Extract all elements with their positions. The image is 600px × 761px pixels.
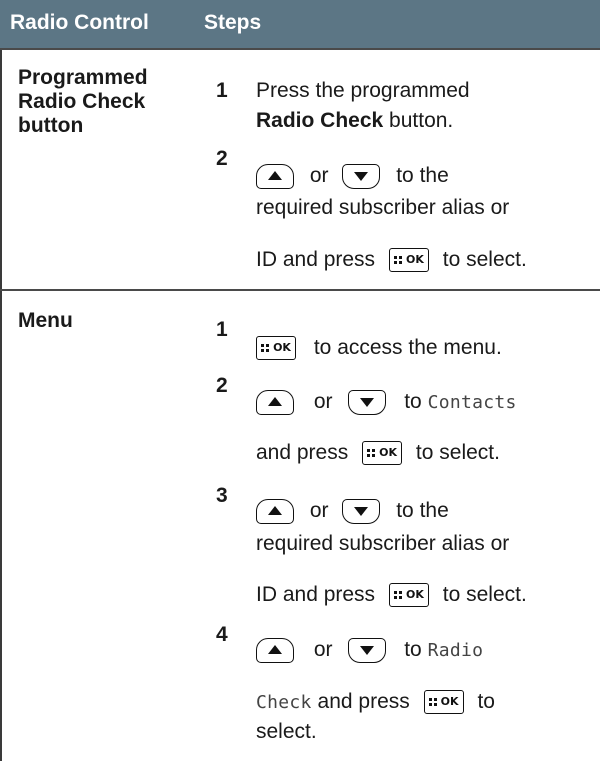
down-arrow-key-icon xyxy=(342,164,381,189)
down-arrow-key-icon xyxy=(348,638,387,663)
down-arrow-key-icon xyxy=(342,499,381,524)
step-text: or to the xyxy=(256,164,449,189)
down-arrow-key-icon xyxy=(348,390,387,415)
step-text: or to Radio xyxy=(256,638,483,663)
left-border xyxy=(0,48,2,761)
step-text: or to the xyxy=(256,499,449,524)
menu-ok-key-icon: OK xyxy=(388,583,429,608)
table-header: Radio Control Steps xyxy=(0,0,600,48)
menu-entry-check: Check xyxy=(256,692,312,713)
menu-entry-radio: Radio xyxy=(427,640,484,662)
up-arrow-key-icon xyxy=(256,638,294,663)
radio-check-table: Radio Control Steps Programmed Radio Che… xyxy=(0,0,600,761)
step-text: or to Contacts xyxy=(256,390,517,415)
header-divider xyxy=(0,48,600,50)
step-text: and press OK to select. xyxy=(256,441,500,466)
step-text: Check and press OK to xyxy=(256,690,495,715)
step-number: 2 xyxy=(216,374,228,397)
step-text: Radio Check button. xyxy=(256,109,454,132)
step-number: 3 xyxy=(216,484,228,507)
up-arrow-key-icon xyxy=(256,164,294,189)
up-arrow-key-icon xyxy=(256,390,294,415)
menu-ok-key-icon: OK xyxy=(256,336,296,361)
step-text: select. xyxy=(256,720,317,743)
control-label-menu: Menu xyxy=(18,309,73,332)
step-text: ID and press OK to select. xyxy=(256,583,527,608)
menu-ok-key-icon: OK xyxy=(423,690,464,715)
row-divider xyxy=(0,289,600,291)
menu-ok-key-icon: OK xyxy=(388,248,429,273)
header-radio-control: Radio Control xyxy=(10,11,149,34)
up-arrow-key-icon xyxy=(256,499,294,524)
step-number: 2 xyxy=(216,147,228,170)
step-number: 1 xyxy=(216,318,228,341)
header-steps: Steps xyxy=(204,11,262,34)
step-text: ID and press OK to select. xyxy=(256,248,527,273)
menu-entry-contacts: Contacts xyxy=(427,392,517,414)
step-text: required subscriber alias or xyxy=(256,196,510,219)
step-text: required subscriber alias or xyxy=(256,532,510,555)
step-text: Press the programmed xyxy=(256,79,470,102)
control-label-programmed: Programmed Radio Check button xyxy=(18,66,148,137)
step-text: OK to access the menu. xyxy=(256,336,502,361)
step-number: 4 xyxy=(216,623,228,646)
menu-ok-key-icon: OK xyxy=(362,441,403,466)
step-number: 1 xyxy=(216,79,228,102)
